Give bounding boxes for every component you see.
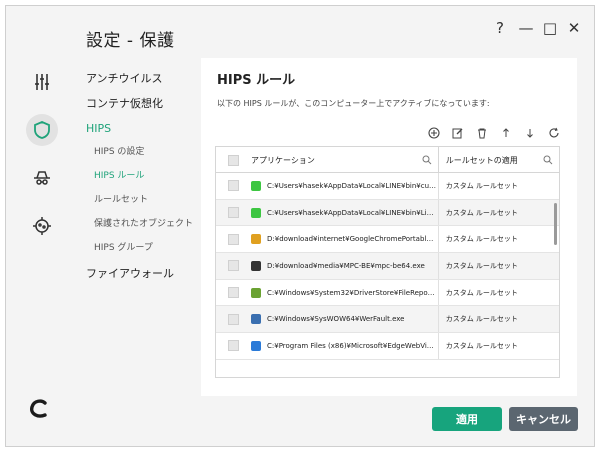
cancel-button[interactable]: キャンセル <box>509 407 578 431</box>
application-path: D:¥download¥internet¥GoogleChromePortabl… <box>267 235 437 244</box>
cell-ruleset[interactable]: カスタム ルールセット <box>439 200 559 226</box>
hips-rules-table: アプリケーション ルールセットの適用 C:¥Users¥hasek¥AppDat… <box>215 146 560 378</box>
move-bottom-button[interactable] <box>523 126 537 140</box>
nav-hips[interactable]: HIPS <box>86 120 196 145</box>
edge-app-icon <box>251 340 261 351</box>
comodo-logo-icon <box>30 399 47 418</box>
cell-application: C:¥Windows¥System32¥DriverStore¥FileRepo… <box>216 279 439 306</box>
help-icon[interactable]: ? <box>490 18 510 38</box>
edit-rule-button[interactable] <box>451 126 465 140</box>
add-rule-button[interactable] <box>427 126 441 140</box>
cell-ruleset[interactable]: カスタム ルールセット <box>439 333 559 359</box>
application-path: C:¥Windows¥SysWOW64¥WerFault.exe <box>267 315 405 324</box>
cell-ruleset[interactable]: カスタム ルールセット <box>439 253 559 279</box>
nav-antivirus[interactable]: アンチウイルス <box>86 70 196 95</box>
nav-hips-rules[interactable]: HIPS ルール <box>86 169 196 193</box>
row-checkbox[interactable] <box>228 180 239 192</box>
table-row[interactable]: C:¥Users¥hasek¥AppData¥Local¥LINE¥bin¥cu… <box>216 173 559 200</box>
panel-description: 以下の HIPS ルールが、このコンピューター上でアクティブになっています: <box>217 99 490 108</box>
column-label-ruleset: ルールセットの適用 <box>445 155 518 165</box>
table-row[interactable]: D:¥download¥internet¥GoogleChromePortabl… <box>216 226 559 254</box>
refresh-icon <box>549 127 559 138</box>
nav-firewall[interactable]: ファイアウォール <box>86 265 196 290</box>
mpc-app-icon <box>251 260 261 271</box>
column-header-application[interactable]: アプリケーション <box>216 147 439 173</box>
line-app-icon <box>251 207 261 218</box>
hips-rules-panel: HIPS ルール 以下の HIPS ルールが、このコンピューター上でアクティブに… <box>201 58 577 396</box>
nav-protected-objects[interactable]: 保護されたオブジェクト <box>86 217 196 241</box>
cell-ruleset[interactable]: カスタム ルールセット <box>439 226 559 252</box>
nav-hips-groups[interactable]: HIPS グループ <box>86 241 196 265</box>
cell-ruleset[interactable]: カスタム ルールセット <box>439 280 559 306</box>
table-row[interactable]: D:¥download¥media¥MPC-BE¥mpc-be64.exe カスタ… <box>216 253 559 280</box>
search-icon[interactable] <box>543 155 553 165</box>
cell-application: C:¥Program Files (x86)¥Microsoft¥EdgeWeb… <box>216 333 439 359</box>
row-checkbox[interactable] <box>228 207 239 219</box>
trash-icon <box>478 128 486 139</box>
virus-target-icon <box>33 217 51 235</box>
sidebar-privacy-button[interactable] <box>26 162 58 194</box>
application-path: D:¥download¥media¥MPC-BE¥mpc-be64.exe <box>267 261 425 270</box>
sidebar-protection-button[interactable] <box>26 114 58 146</box>
apply-button[interactable]: 適用 <box>432 407 502 431</box>
settings-nav: アンチウイルス コンテナ仮想化 HIPS HIPS の設定 HIPS ルール ル… <box>86 70 196 290</box>
table-header: アプリケーション ルールセットの適用 <box>216 147 559 173</box>
table-body: C:¥Users¥hasek¥AppData¥Local¥LINE¥bin¥cu… <box>216 173 559 360</box>
line-app-icon <box>251 180 261 191</box>
application-path: C:¥Windows¥System32¥DriverStore¥FileRepo… <box>267 288 437 297</box>
sidebar-general-button[interactable] <box>26 66 58 98</box>
cell-application: C:¥Windows¥SysWOW64¥WerFault.exe <box>216 306 439 333</box>
cell-ruleset[interactable]: カスタム ルールセット <box>439 306 559 332</box>
table-row[interactable]: C:¥Program Files (x86)¥Microsoft¥EdgeWeb… <box>216 333 559 360</box>
column-label-application: アプリケーション <box>251 155 315 165</box>
werfault-app-icon <box>251 314 261 325</box>
table-row[interactable]: C:¥Windows¥SysWOW64¥WerFault.exe カスタム ルール… <box>216 306 559 334</box>
search-icon[interactable] <box>422 155 432 165</box>
icon-sidebar <box>20 66 62 258</box>
row-checkbox[interactable] <box>228 313 239 325</box>
delete-rule-button[interactable] <box>475 126 489 140</box>
sliders-icon <box>35 74 49 90</box>
row-checkbox[interactable] <box>228 260 239 272</box>
arrow-up-icon <box>503 128 509 137</box>
page-title: 設定 - 保護 <box>86 31 175 51</box>
maximize-icon[interactable]: □ <box>540 18 560 38</box>
chrome-app-icon <box>251 234 261 245</box>
nvidia-app-icon <box>251 287 261 298</box>
minimize-icon[interactable]: — <box>516 18 536 38</box>
row-checkbox[interactable] <box>228 340 239 352</box>
cell-application: C:¥Users¥hasek¥AppData¥Local¥LINE¥bin¥cu… <box>216 173 439 199</box>
panel-title: HIPS ルール <box>217 73 296 88</box>
edit-icon <box>452 128 463 139</box>
arrow-down-icon <box>527 129 533 138</box>
table-row[interactable]: C:¥Users¥hasek¥AppData¥Local¥LINE¥bin¥Li… <box>216 199 559 227</box>
table-toolbar <box>427 126 561 140</box>
select-all-checkbox[interactable] <box>228 154 239 166</box>
application-path: C:¥Program Files (x86)¥Microsoft¥EdgeWeb… <box>267 341 437 350</box>
plus-circle-icon <box>428 127 440 139</box>
refresh-button[interactable] <box>547 126 561 140</box>
close-icon[interactable]: ✕ <box>564 18 584 38</box>
table-scrollbar[interactable] <box>554 203 557 245</box>
shield-icon <box>34 121 50 139</box>
nav-container[interactable]: コンテナ仮想化 <box>86 95 196 120</box>
table-row[interactable]: C:¥Windows¥System32¥DriverStore¥FileRepo… <box>216 279 559 307</box>
cell-application: D:¥download¥media¥MPC-BE¥mpc-be64.exe <box>216 253 439 279</box>
row-checkbox[interactable] <box>228 287 239 299</box>
spy-hat-icon <box>34 171 50 185</box>
cell-ruleset[interactable]: カスタム ルールセット <box>439 173 559 199</box>
nav-rulesets[interactable]: ルールセット <box>86 193 196 217</box>
sidebar-threats-button[interactable] <box>26 210 58 242</box>
row-checkbox[interactable] <box>228 233 239 245</box>
move-top-button[interactable] <box>499 126 513 140</box>
cell-application: D:¥download¥internet¥GoogleChromePortabl… <box>216 226 439 253</box>
application-path: C:¥Users¥hasek¥AppData¥Local¥LINE¥bin¥cu… <box>267 181 437 190</box>
column-header-ruleset[interactable]: ルールセットの適用 <box>439 147 559 173</box>
cell-application: C:¥Users¥hasek¥AppData¥Local¥LINE¥bin¥Li… <box>216 199 439 226</box>
application-path: C:¥Users¥hasek¥AppData¥Local¥LINE¥bin¥Li… <box>267 208 437 217</box>
nav-hips-settings[interactable]: HIPS の設定 <box>86 145 196 169</box>
